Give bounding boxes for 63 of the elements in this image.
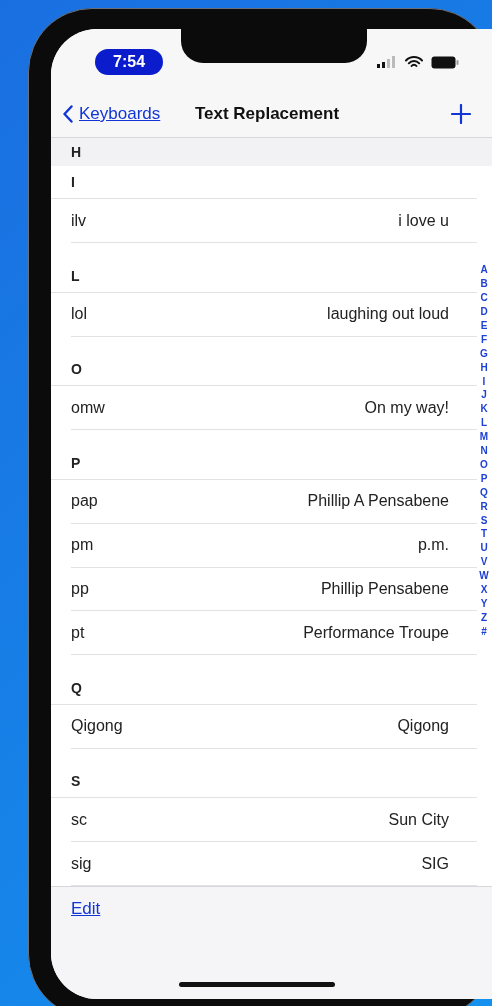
phrase-text: Phillip Pensabene (320, 579, 449, 598)
shortcut-text: omw (71, 398, 105, 417)
shortcut-text: pt (71, 623, 85, 642)
index-letter[interactable]: W (479, 569, 489, 584)
shortcut-text: lol (71, 305, 87, 324)
replacement-row[interactable]: pap Phillip A Pensabene (71, 480, 477, 524)
shortcut-text: sig (71, 854, 92, 873)
phrase-text: Phillip A Pensabene (307, 492, 449, 511)
index-letter[interactable]: S (480, 513, 488, 528)
replacement-row[interactable]: sc Sun City (71, 798, 477, 843)
edit-link[interactable]: Edit (71, 899, 101, 919)
index-letter[interactable]: E (480, 318, 488, 333)
phrase-text: p.m. (417, 536, 449, 555)
index-letter[interactable]: F (480, 332, 488, 347)
shortcut-text: pap (71, 492, 98, 511)
phrase-text: Performance Troupe (303, 623, 449, 642)
index-letter[interactable]: T (480, 527, 488, 542)
index-letter[interactable]: M (479, 430, 489, 445)
phrase-text: i love u (398, 211, 449, 230)
nav-title: Text Replacement (194, 104, 340, 124)
shortcut-text: pp (71, 579, 89, 598)
shortcut-text: Qigong (71, 717, 123, 736)
index-letter[interactable]: Z (480, 610, 488, 625)
battery-icon (431, 55, 459, 69)
shortcut-text: ilv (71, 211, 87, 230)
index-letter[interactable]: N (480, 444, 488, 458)
index-letter[interactable]: V (480, 555, 488, 570)
index-letter[interactable]: L (480, 416, 488, 431)
replacement-row[interactable]: pp Phillip Pensabene (71, 567, 477, 612)
wifi-icon (405, 55, 423, 69)
status-time: 7:54 (95, 49, 164, 75)
section-header: H (51, 138, 492, 166)
replacement-row[interactable]: lol laughing out loud (71, 292, 477, 337)
index-letter[interactable]: X (480, 583, 488, 597)
back-link[interactable]: Keyboards (63, 104, 195, 124)
index-letter[interactable]: P (480, 471, 488, 486)
shortcut-text: pm (71, 536, 94, 555)
index-letter[interactable]: K (480, 402, 488, 417)
index-letter[interactable]: A (480, 263, 488, 278)
replacement-row[interactable]: Qigong Qigong (71, 704, 477, 749)
replacement-row[interactable]: pm p.m. (71, 523, 477, 568)
phrase-text: On my way! (364, 398, 449, 417)
index-letter[interactable]: Q (480, 485, 488, 500)
chevron-left-icon (63, 105, 73, 123)
index-letter[interactable]: U (480, 541, 488, 556)
phrase-text: Qigong (397, 717, 449, 736)
index-letter[interactable]: C (480, 291, 488, 305)
index-letter[interactable]: G (480, 346, 488, 361)
index-letter[interactable]: Y (480, 597, 488, 611)
index-letter[interactable]: O (480, 457, 488, 472)
add-button[interactable] (451, 104, 471, 124)
phrase-text: laughing out loud (327, 305, 449, 324)
signal-icon (377, 56, 397, 68)
phrase-text: Sun City (388, 810, 449, 829)
index-letter[interactable]: D (480, 305, 488, 319)
phrase-text: SIG (421, 854, 449, 873)
index-letter[interactable]: R (480, 499, 488, 514)
index-letter[interactable]: B (480, 277, 488, 292)
index-letter[interactable]: H (480, 360, 488, 375)
index-letter[interactable]: # (481, 624, 487, 639)
shortcut-text: sc (71, 810, 87, 829)
index-letter[interactable]: I (482, 374, 486, 389)
index-letter[interactable]: J (481, 388, 487, 403)
